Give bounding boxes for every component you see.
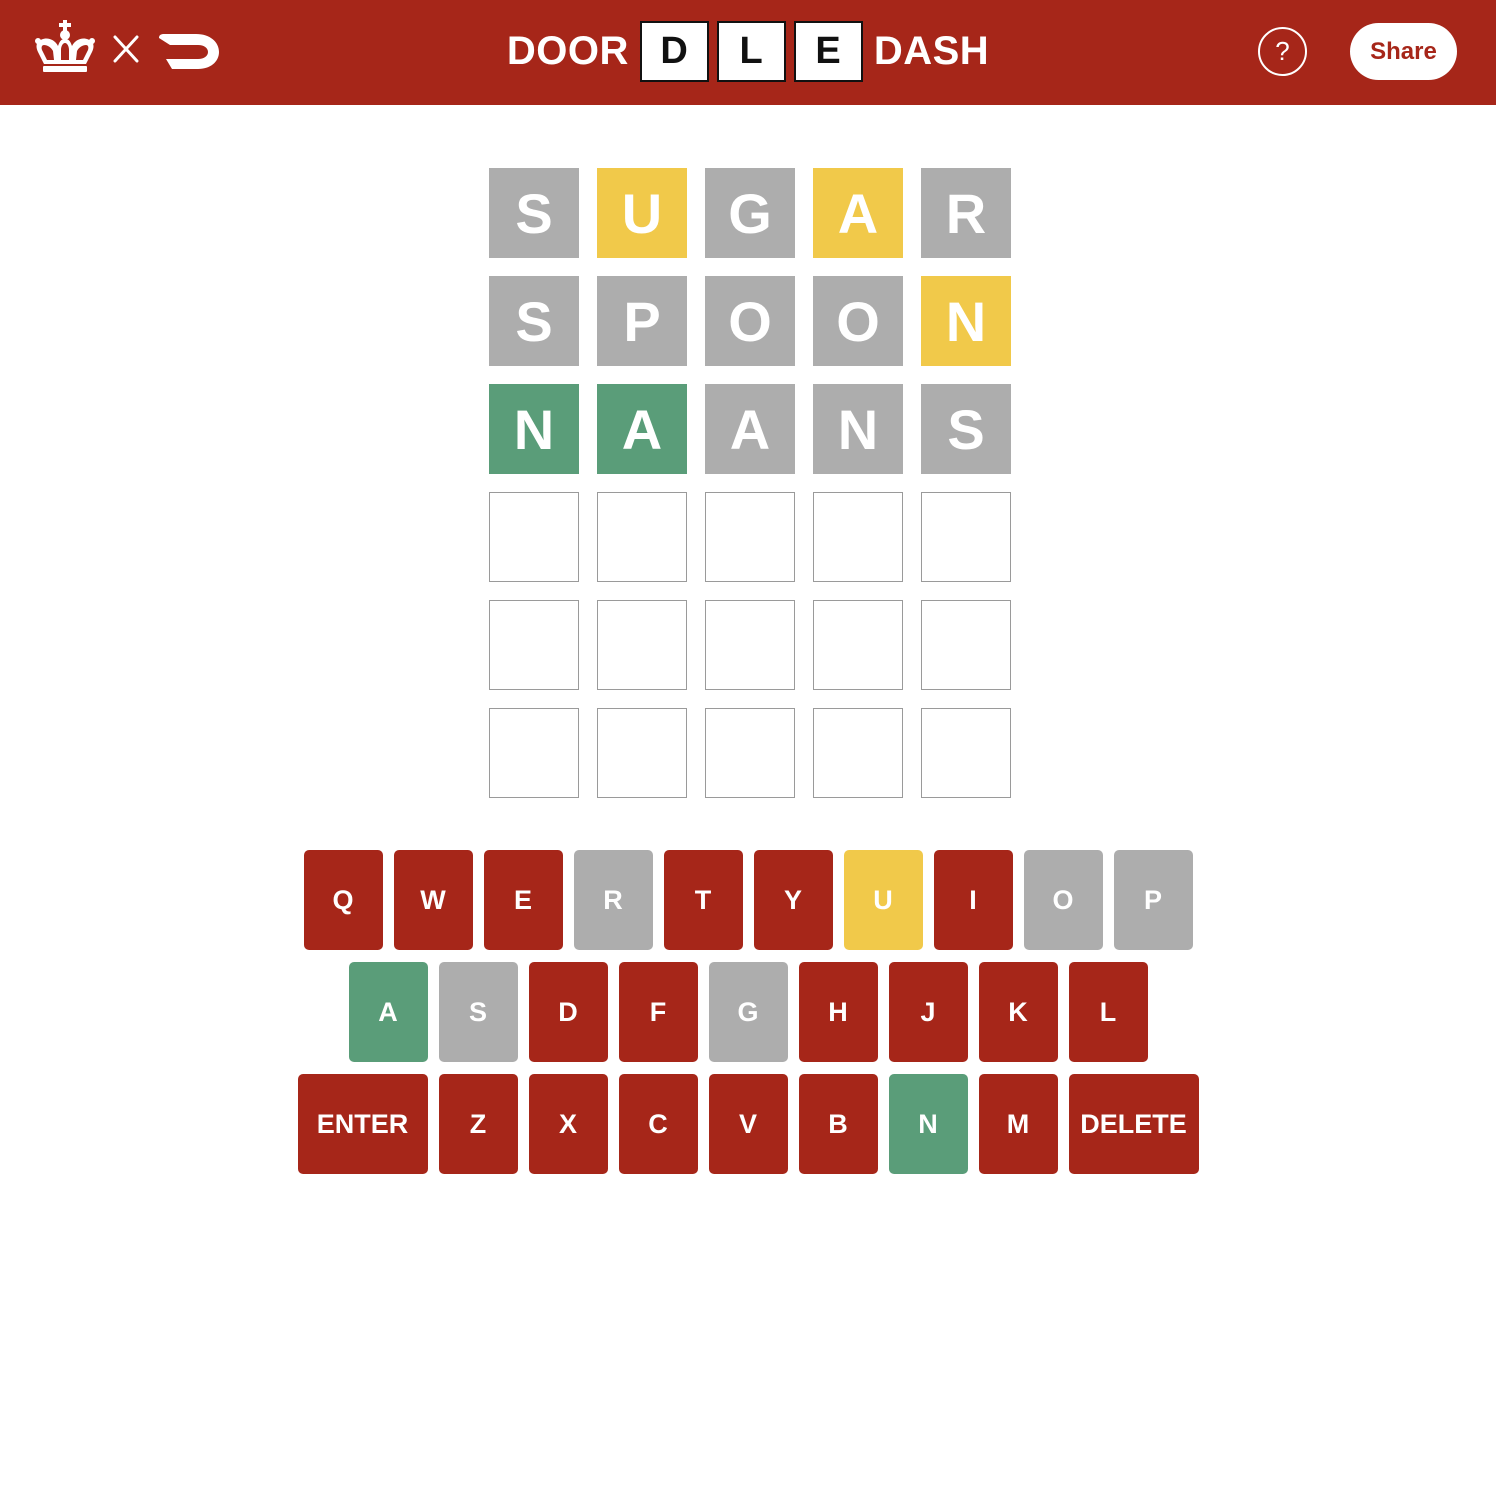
key-i[interactable]: I (933, 850, 1013, 950)
board-tile (705, 492, 795, 582)
keyboard-row: QWERTYUIOP (0, 850, 1496, 950)
board-tile: N (489, 384, 579, 474)
key-e[interactable]: E (483, 850, 563, 950)
board-tile: S (489, 276, 579, 366)
board-row: SPOON (489, 276, 1011, 366)
board-tile: P (597, 276, 687, 366)
board-tile (597, 600, 687, 690)
share-button[interactable]: Share (1350, 23, 1457, 80)
key-o[interactable]: O (1023, 850, 1103, 950)
board-tile (921, 600, 1011, 690)
key-n[interactable]: N (888, 1074, 968, 1174)
board-tile (813, 708, 903, 798)
key-m[interactable]: M (978, 1074, 1058, 1174)
title-letter-box: L (716, 20, 786, 82)
board-tile (813, 600, 903, 690)
key-l[interactable]: L (1068, 962, 1148, 1062)
key-z[interactable]: Z (438, 1074, 518, 1174)
keyboard-row: ENTER Z X C V B N M DELETE (0, 1074, 1496, 1174)
title-left-word: DOOR (506, 28, 629, 73)
key-t[interactable]: T (663, 850, 743, 950)
key-g[interactable]: G (708, 962, 788, 1062)
board-tile: A (705, 384, 795, 474)
title-letter-box: D (639, 20, 709, 82)
board-tile: N (813, 384, 903, 474)
board-tile (489, 708, 579, 798)
help-button[interactable]: ? (1258, 27, 1307, 76)
key-r[interactable]: R (573, 850, 653, 950)
game-board: SUGARSPOONNAANS (489, 168, 1011, 816)
key-s[interactable]: S (438, 962, 518, 1062)
board-tile: U (597, 168, 687, 258)
board-tile: S (921, 384, 1011, 474)
board-row (489, 492, 1011, 582)
board-tile: R (921, 168, 1011, 258)
key-w[interactable]: W (393, 850, 473, 950)
key-h[interactable]: H (798, 962, 878, 1062)
board-row: SUGAR (489, 168, 1011, 258)
key-a[interactable]: A (348, 962, 428, 1062)
key-v[interactable]: V (708, 1074, 788, 1174)
board-row: NAANS (489, 384, 1011, 474)
key-u[interactable]: U (843, 850, 923, 950)
board-tile (705, 708, 795, 798)
delete-key[interactable]: DELETE (1068, 1074, 1199, 1174)
board-tile: O (813, 276, 903, 366)
key-x[interactable]: X (528, 1074, 608, 1174)
key-f[interactable]: F (618, 962, 698, 1062)
board-tile: A (813, 168, 903, 258)
board-tile: N (921, 276, 1011, 366)
help-icon: ? (1275, 36, 1290, 66)
board-tile (597, 492, 687, 582)
board-tile (921, 708, 1011, 798)
board-tile (489, 492, 579, 582)
key-c[interactable]: C (618, 1074, 698, 1174)
key-k[interactable]: K (978, 962, 1058, 1062)
title-right-word: DASH (873, 28, 990, 73)
board-tile: G (705, 168, 795, 258)
key-y[interactable]: Y (753, 850, 833, 950)
key-p[interactable]: P (1113, 850, 1193, 950)
board-row (489, 600, 1011, 690)
board-row (489, 708, 1011, 798)
key-j[interactable]: J (888, 962, 968, 1062)
key-b[interactable]: B (798, 1074, 878, 1174)
keyboard-row: ASDFGHJKL (0, 962, 1496, 1062)
enter-key[interactable]: ENTER (297, 1074, 428, 1174)
board-tile: O (705, 276, 795, 366)
board-tile (921, 492, 1011, 582)
board-tile: A (597, 384, 687, 474)
board-tile: S (489, 168, 579, 258)
key-d[interactable]: D (528, 962, 608, 1062)
title-letter-box: E (793, 20, 863, 82)
header-bar: DOOR D L E DASH ? Share (0, 0, 1496, 105)
board-tile (597, 708, 687, 798)
board-tile (489, 600, 579, 690)
board-tile (813, 492, 903, 582)
board-tile (705, 600, 795, 690)
key-q[interactable]: Q (303, 850, 383, 950)
